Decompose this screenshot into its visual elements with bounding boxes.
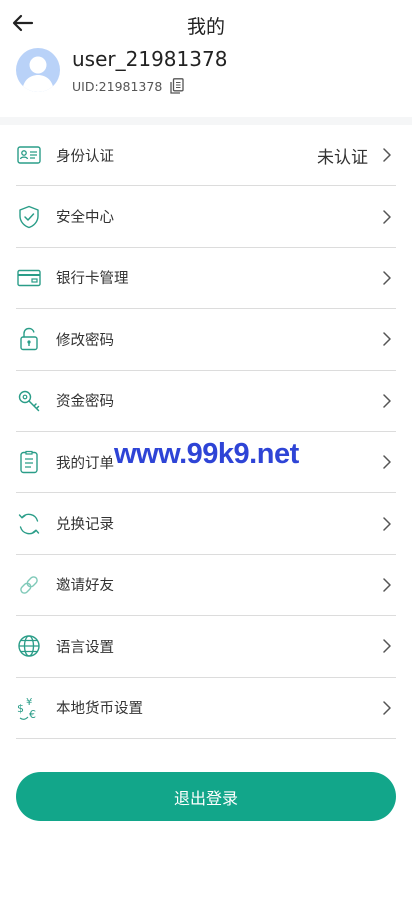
menu-item-fund-password[interactable]: 资金密码 [16,371,396,432]
menu-item-exchange-records[interactable]: 兑换记录 [16,493,396,555]
uid-text: UID:21981378 [72,78,163,94]
watermark-text: www.99k9.net [114,438,299,470]
avatar[interactable] [16,48,60,92]
menu-item-bank-cards[interactable]: 银行卡管理 [16,248,396,310]
menu-item-change-password[interactable]: 修改密码 [16,309,396,371]
key-icon [16,388,42,414]
menu-item-label: 修改密码 [56,332,114,349]
order-list-icon [16,449,42,475]
menu-item-label: 安全中心 [56,210,114,227]
chevron-right-icon [382,638,392,654]
chevron-right-icon [382,331,392,347]
menu-item-label: 银行卡管理 [56,271,129,288]
menu-item-label: 身份认证 [56,148,114,165]
chevron-right-icon [382,270,392,286]
svg-text:¥: ¥ [26,697,32,708]
chevron-right-icon [382,577,392,593]
menu-item-identity-verification[interactable]: 身份认证 未认证 [16,125,396,187]
bank-card-icon [16,265,42,291]
svg-text:€: € [29,708,36,721]
username: user_21981378 [72,47,228,71]
chevron-right-icon [382,147,392,163]
menu-item-label: 资金密码 [56,394,114,411]
chevron-right-icon [382,393,392,409]
menu-item-label: 语言设置 [56,639,114,656]
refresh-icon [16,511,42,537]
user-avatar-icon [22,56,54,92]
chevron-right-icon [382,209,392,225]
copy-icon[interactable] [170,78,184,94]
settings-menu: 身份认证 未认证 安全中心 银行卡管理 修改密码 资金密码 我的订单 兑换记录 … [16,125,396,739]
menu-item-language-settings[interactable]: 语言设置 [16,616,396,678]
menu-item-label: 本地货币设置 [56,701,143,718]
id-card-icon [16,142,42,168]
menu-item-invite-friends[interactable]: 邀请好友 [16,555,396,617]
logout-button[interactable]: 退出登录 [16,772,396,821]
menu-item-security-center[interactable]: 安全中心 [16,186,396,248]
uid-row: UID:21981378 [72,78,184,94]
globe-icon [16,633,42,659]
lock-icon [16,326,42,352]
page-title: 我的 [186,16,225,38]
svg-text:$: $ [17,702,24,715]
section-divider [0,117,412,125]
verification-status: 未认证 [317,147,368,168]
chevron-right-icon [382,516,392,532]
menu-item-local-currency-settings[interactable]: $ ¥ € 本地货币设置 [16,678,396,739]
chevron-right-icon [382,700,392,716]
menu-item-label: 兑换记录 [56,517,114,534]
chevron-right-icon [382,454,392,470]
profile-card: user_21981378 UID:21981378 [16,46,396,98]
menu-item-label: 我的订单 [56,455,114,472]
shield-check-icon [16,204,42,230]
link-icon [16,572,42,598]
currency-exchange-icon: $ ¥ € [16,695,42,721]
top-bar: 我的 [0,0,412,48]
menu-item-label: 邀请好友 [56,578,114,595]
